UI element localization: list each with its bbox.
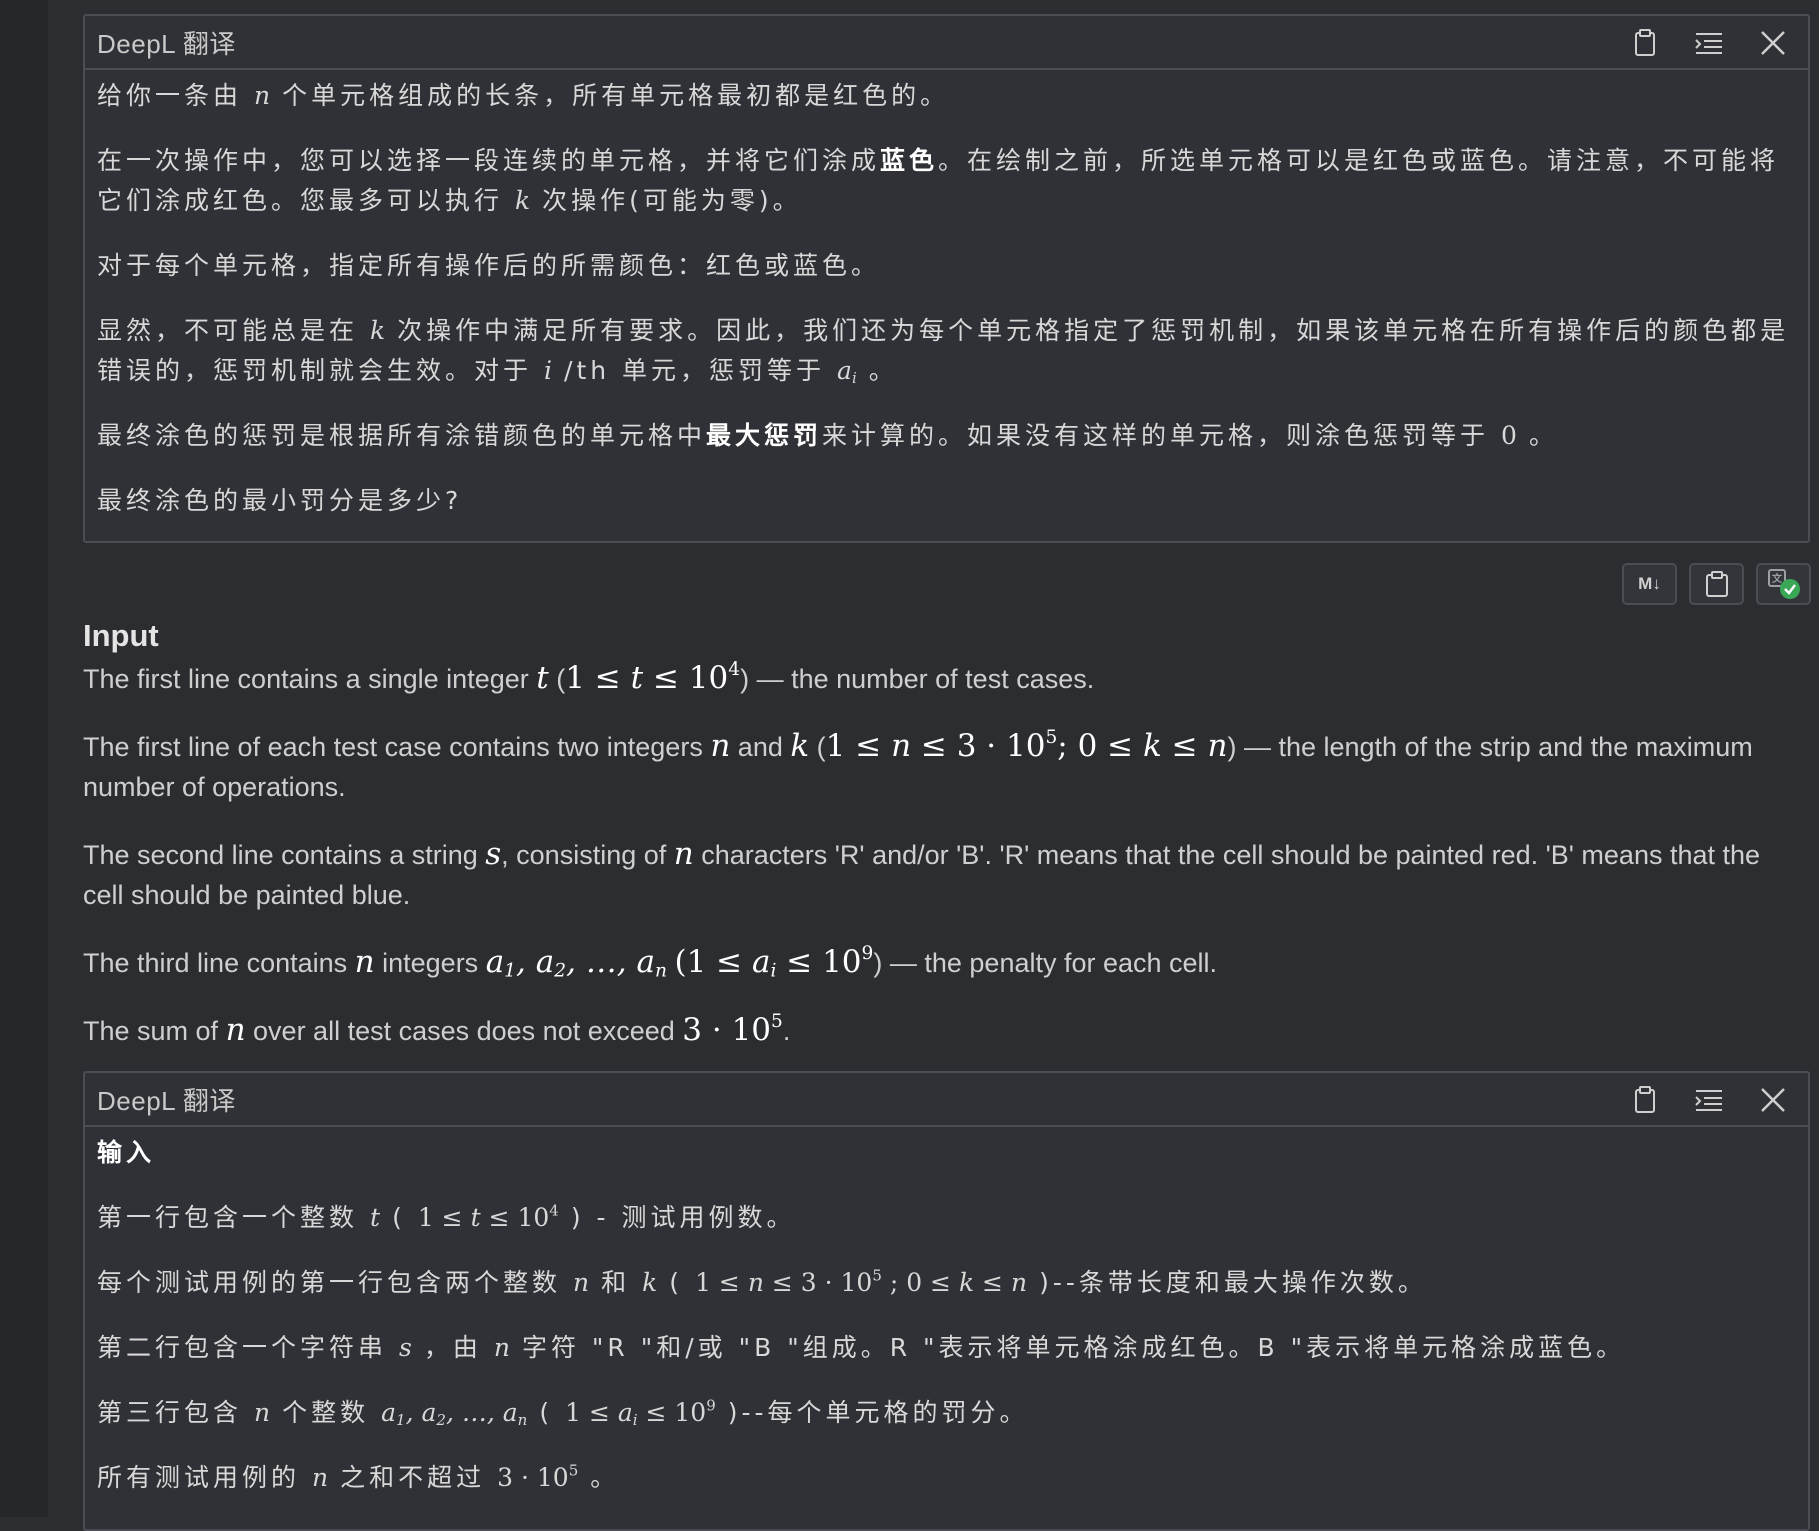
translation-line-3: 第二行包含一个字符串 s ，由 n 字符 "R "和/或 "B "组成。R "表示将单元… <box>97 1333 1626 1362</box>
collapse-lines-icon[interactable] <box>1692 1083 1726 1117</box>
input-line-5: The sum of n over all test cases does no… <box>83 1010 791 1048</box>
input-line-1: The first line contains a single integer… <box>83 658 1095 696</box>
panel-header: DeepL 翻译 <box>85 16 1808 70</box>
translation-paragraph-5: 最终涂色的惩罚是根据所有涂错颜色的单元格中最大惩罚来计算的。如果没有这样的单元格… <box>97 421 1558 450</box>
translate-done-button[interactable]: 文 <box>1756 563 1811 605</box>
translation-paragraph-3: 对于每个单元格，指定所有操作后的所需颜色：红色或蓝色。 <box>97 251 881 280</box>
translation-line-4: 第三行包含 n 个整数 a1, a2, …, an(1 ≤ ai ≤ 109)--每个… <box>97 1396 1029 1429</box>
collapse-lines-icon[interactable] <box>1692 26 1726 60</box>
panel-body: 输入 第一行包含一个整数 t(1 ≤ t ≤ 104) - 测试用例数。 每个测试… <box>85 1127 1808 1508</box>
translation-line-2: 每个测试用例的第一行包含两个整数 n 和 k(1 ≤ n ≤ 3 · 105 ; 0 … <box>97 1266 1427 1297</box>
translation-paragraph-4: 显然，不可能总是在 k 次操作中满足所有要求。因此，我们还为每个单元格指定了惩罚机制… <box>97 316 1790 387</box>
clipboard-icon <box>1705 571 1728 597</box>
panel-title: DeepL 翻译 <box>97 28 236 59</box>
clipboard-icon[interactable] <box>1628 26 1662 60</box>
translation-paragraph-6: 最终涂色的最小罚分是多少? <box>97 486 463 515</box>
panel-header: DeepL 翻译 <box>85 1073 1808 1127</box>
deepl-translation-panel-1: DeepL 翻译 给你一条由 n 个单元格组成的长条，所有单元格最初都是红色的。 在… <box>83 14 1810 543</box>
clipboard-icon[interactable] <box>1628 1083 1662 1117</box>
translation-paragraph-1: 给你一条由 n 个单元格组成的长条，所有单元格最初都是红色的。 <box>97 81 950 110</box>
translation-paragraph-2: 在一次操作中，您可以选择一段连续的单元格，并将它们涂成蓝色。在绘制之前，所选单元… <box>97 146 1780 215</box>
close-icon[interactable] <box>1756 1083 1790 1117</box>
panel-title: DeepL 翻译 <box>97 1085 236 1116</box>
translation-line-5: 所有测试用例的 n 之和不超过 3 · 105。 <box>97 1461 620 1492</box>
svg-text:文: 文 <box>1772 572 1783 585</box>
close-icon[interactable] <box>1756 26 1790 60</box>
panel-body: 给你一条由 n 个单元格组成的长条，所有单元格最初都是红色的。 在一次操作中，您可以… <box>85 70 1808 531</box>
section-title: Input <box>83 618 159 653</box>
input-line-4: The third line contains n integers a1, a… <box>83 942 1218 982</box>
input-line-3: The second line contains a string s, con… <box>83 836 1761 910</box>
translate-check-icon: 文 <box>1767 569 1800 599</box>
copy-button[interactable] <box>1689 563 1744 605</box>
translation-toolbar: M↓ 文 <box>1622 563 1811 605</box>
markdown-button[interactable]: M↓ <box>1622 563 1677 605</box>
deepl-translation-panel-2: DeepL 翻译 输入 第一行包含一个整数 t(1 ≤ t ≤ 104) - 测试… <box>83 1071 1810 1531</box>
left-gutter <box>0 0 48 1517</box>
translation-line-1: 第一行包含一个整数 t(1 ≤ t ≤ 104) - 测试用例数。 <box>97 1201 796 1232</box>
input-section: Input The first line contains a single i… <box>83 618 1803 1078</box>
markdown-icon: M↓ <box>1638 574 1661 593</box>
input-line-2: The first line of each test case contain… <box>83 726 1753 802</box>
translation-heading: 输入 <box>97 1138 156 1167</box>
